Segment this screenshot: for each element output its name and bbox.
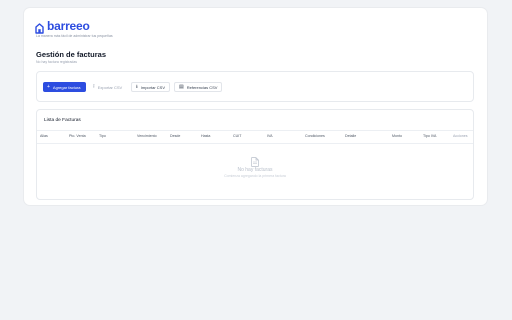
import-csv-button[interactable]: ⭳ Importar CSV [131, 82, 170, 92]
brand-name: barreeo [47, 19, 90, 33]
plus-icon: + [47, 83, 50, 90]
page-title: Gestión de facturas [36, 50, 107, 59]
table-title: Lista de Facturas [44, 118, 81, 123]
reference-csv-button[interactable]: ▤ Referencias CSV [174, 82, 223, 92]
export-csv-label: Exportar CSV [97, 84, 123, 90]
column-header[interactable]: Vencimiento [137, 134, 157, 138]
building-icon [35, 21, 44, 34]
add-invoice-label: Agregar factura [52, 84, 81, 90]
brand-tagline: La manera más fácil de administrar tus p… [36, 34, 113, 38]
column-header[interactable]: Pto. Venta [69, 134, 86, 138]
column-header[interactable]: Hasta [201, 134, 210, 138]
column-header: Acciones [453, 134, 468, 138]
download-icon: ⭳ [136, 83, 138, 90]
divider [37, 130, 473, 131]
column-header[interactable]: Desde [170, 134, 180, 138]
empty-subtitle: Comienza agregando la primera factura [224, 174, 286, 178]
table-header-row: Alias Pto. Venta Tipo Vencimiento Desde … [37, 134, 473, 142]
reference-csv-label: Referencias CSV [186, 84, 218, 90]
import-csv-label: Importar CSV [140, 84, 165, 90]
invoice-table: Lista de Facturas Alias Pto. Venta Tipo … [36, 109, 474, 200]
column-header[interactable]: Condiciones [305, 134, 325, 138]
empty-state: No hay facturas Comienza agregando la pr… [37, 154, 473, 178]
column-header[interactable]: Monto [392, 134, 402, 138]
upload-icon: ⭱ [93, 83, 95, 90]
toolbar: + Agregar factura ⭱ Exportar CSV ⭳ Impor… [36, 71, 474, 102]
divider [37, 143, 473, 144]
file-icon: ▤ [179, 83, 184, 90]
column-header[interactable]: Tipo [99, 134, 106, 138]
column-header[interactable]: Detalle [345, 134, 356, 138]
page-subtitle: No hay factura registradas [36, 60, 78, 64]
document-icon [251, 154, 259, 167]
add-invoice-button[interactable]: + Agregar factura [43, 82, 86, 92]
column-header[interactable]: Alias [40, 134, 48, 138]
column-header[interactable]: CUIT [233, 134, 241, 138]
empty-title: No hay facturas [237, 167, 273, 173]
brand-logo: barreeo [35, 19, 90, 34]
column-header[interactable]: IVA [267, 134, 273, 138]
export-csv-button[interactable]: ⭱ Exportar CSV [89, 82, 126, 92]
main-card: barreeo La manera más fácil de administr… [24, 8, 487, 205]
column-header[interactable]: Tipo IVA [423, 134, 436, 138]
